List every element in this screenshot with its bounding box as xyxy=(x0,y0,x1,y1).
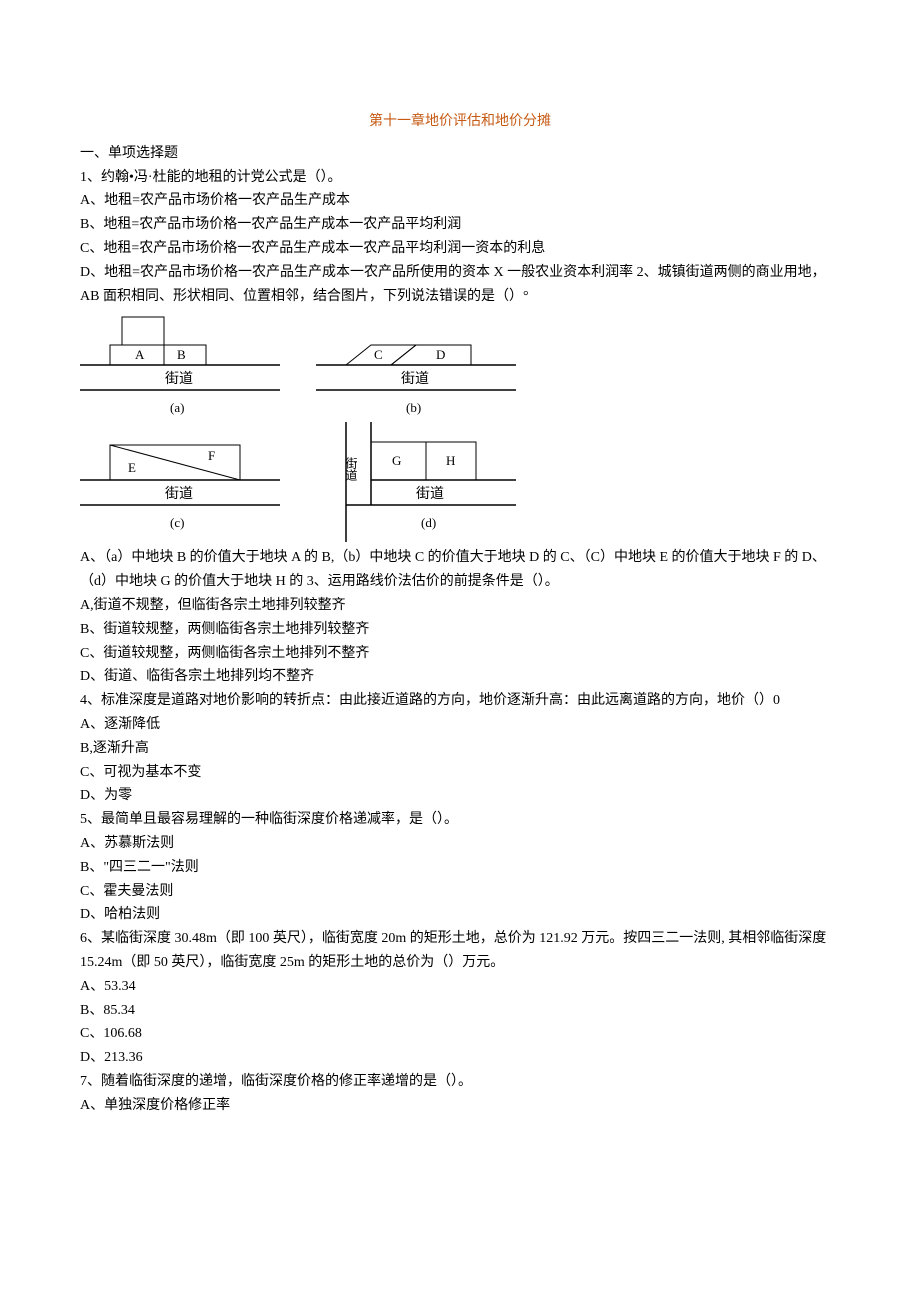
q4-option-c: C、可视为基本不变 xyxy=(80,761,840,785)
diag-c-caption: (c) xyxy=(170,515,184,530)
q6-option-b: B、85.34 xyxy=(80,999,840,1023)
q4-option-d: D、为零 xyxy=(80,784,840,808)
diag-a-caption: (a) xyxy=(170,400,184,415)
diag-c-label-e: E xyxy=(128,460,136,475)
diag-a-label-a: A xyxy=(135,347,145,362)
diag-b-label-c: C xyxy=(374,347,383,362)
q6-option-c: C、106.68 xyxy=(80,1022,840,1046)
q6-option-a: A、53.34 xyxy=(80,975,840,999)
question-6: 6、某临街深度 30.48m（即 100 英尺），临街宽度 20m 的矩形土地，… xyxy=(80,927,840,975)
diag-b-caption: (b) xyxy=(406,400,421,415)
chapter-title: 第十一章地价评估和地价分摊 xyxy=(80,110,840,134)
diagram-a: A B 街道 (a) xyxy=(80,312,280,422)
diagram-c: E F 街道 (c) xyxy=(80,422,280,542)
diag-d-street: 街道 xyxy=(416,486,444,502)
q3-option-b: B、街道较规整，两侧临街各宗土地排列较整齐 xyxy=(80,618,840,642)
q5-option-d: D、哈柏法则 xyxy=(80,903,840,927)
diag-c-street: 街道 xyxy=(165,486,193,502)
diag-b-street: 街道 xyxy=(401,371,429,387)
q4-option-b: B,逐渐升高 xyxy=(80,737,840,761)
diagram-b: C D 街道 (b) xyxy=(316,312,516,422)
diag-c-label-f: F xyxy=(208,448,215,463)
question-5: 5、最简单且最容易理解的一种临街深度价格递减率，是（）。 xyxy=(80,808,840,832)
diag-d-label-g: G xyxy=(392,453,401,468)
q4-option-a: A、逐渐降低 xyxy=(80,713,840,737)
question-1: 1、约翰•冯·杜能的地租的计党公式是（）。 xyxy=(80,166,840,190)
q5-option-b: B、"四三二一"法则 xyxy=(80,856,840,880)
question-4: 4、标准深度是道路对地价影响的转折点：由此接近道路的方向，地价逐渐升高：由此远离… xyxy=(80,689,840,713)
q6-option-d: D、213.36 xyxy=(80,1046,840,1070)
diagram-row-1: A B 街道 (a) C D 街道 (b) xyxy=(80,312,840,422)
q5-option-a: A、苏慕斯法则 xyxy=(80,832,840,856)
diagram-container: A B 街道 (a) C D 街道 (b) E F 街道 (c) xyxy=(80,312,840,542)
diag-d-side-street: 街道 xyxy=(344,457,358,481)
q7-option-a: A、单独深度价格修正率 xyxy=(80,1094,840,1118)
diag-a-label-b: B xyxy=(177,347,186,362)
section-heading: 一、单项选择题 xyxy=(80,142,840,166)
q3-option-c: C、街道较规整，两侧临街各宗土地排列不整齐 xyxy=(80,642,840,666)
diagram-d: 街道 G H 街道 (d) xyxy=(316,422,516,542)
q1-option-b: B、地租=农产品市场价格一农产品生产成本一农产品平均利润 xyxy=(80,213,840,237)
q3-option-d: D、街道、临街各宗土地排列均不整齐 xyxy=(80,665,840,689)
q3-option-a: A,街道不规整，但临街各宗土地排列较整齐 xyxy=(80,594,840,618)
q1-option-c: C、地租=农产品市场价格一农产品生产成本一农产品平均利润一资本的利息 xyxy=(80,237,840,261)
q5-option-c: C、霍夫曼法则 xyxy=(80,880,840,904)
diag-d-caption: (d) xyxy=(421,515,436,530)
diagram-row-2: E F 街道 (c) 街道 G H 街道 (d) xyxy=(80,422,840,542)
q1-option-a: A、地租=农产品市场价格一农产品生产成本 xyxy=(80,189,840,213)
q1-option-d-and-q2: D、地租=农产品市场价格一农产品生产成本一农产品所使用的资本 X 一般农业资本利… xyxy=(80,261,840,309)
diag-a-street: 街道 xyxy=(165,371,193,387)
question-7: 7、随着临街深度的递增，临街深度价格的修正率递增的是（）。 xyxy=(80,1070,840,1094)
q2-options-and-q3: A、（a）中地块 B 的价值大于地块 A 的 B,（b）中地块 C 的价值大于地… xyxy=(80,546,840,594)
diag-d-label-h: H xyxy=(446,453,455,468)
diag-b-label-d: D xyxy=(436,347,445,362)
